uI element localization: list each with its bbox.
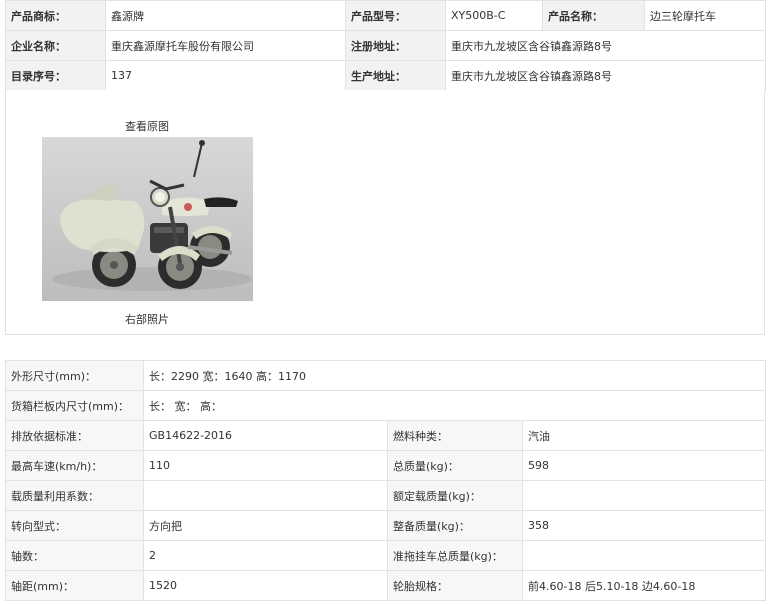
product-name-value: 边三轮摩托车 bbox=[644, 0, 766, 31]
fuel-type-value: 汽油 bbox=[522, 420, 766, 451]
max-speed-label: 最高车速(km/h)： bbox=[5, 450, 144, 481]
tire-spec-value: 前4.60-18 后5.10-18 边4.60-18 bbox=[522, 570, 766, 601]
curb-weight-value: 358 bbox=[522, 510, 766, 541]
emission-standard-label: 排放依据标准： bbox=[5, 420, 144, 451]
rated-load-value bbox=[522, 480, 766, 511]
dimensions-label: 外形尺寸(mm)： bbox=[5, 360, 144, 391]
catalog-number-label: 目录序号： bbox=[5, 60, 106, 91]
registered-address-value: 重庆市九龙坡区含谷镇鑫源路8号 bbox=[445, 30, 766, 61]
axle-count-value: 2 bbox=[143, 540, 388, 571]
total-mass-value: 598 bbox=[522, 450, 766, 481]
view-original-link[interactable]: 查看原图 bbox=[125, 118, 169, 134]
spec-row-load: 载质量利用系数： 额定载质量(kg)： bbox=[5, 480, 766, 511]
curb-weight-label: 整备质量(kg)： bbox=[387, 510, 523, 541]
spec-row-dimensions: 外形尺寸(mm)： 长：2290 宽：1640 高：1170 bbox=[5, 360, 766, 391]
spec-row-wheelbase: 轴距(mm)： 1520 轮胎规格： 前4.60-18 后5.10-18 边4.… bbox=[5, 570, 766, 601]
emission-standard-value: GB14622-2016 bbox=[143, 420, 388, 451]
cargo-box-value: 长： 宽： 高： bbox=[143, 390, 766, 421]
load-factor-value bbox=[143, 480, 388, 511]
product-name-label: 产品名称： bbox=[542, 0, 645, 31]
spec-row-axles: 轴数： 2 准拖挂车总质量(kg)： bbox=[5, 540, 766, 571]
rated-load-label: 额定载质量(kg)： bbox=[387, 480, 523, 511]
registered-address-label: 注册地址： bbox=[345, 30, 446, 61]
motorcycle-photo[interactable] bbox=[42, 137, 253, 301]
dimensions-value: 长：2290 宽：1640 高：1170 bbox=[143, 360, 766, 391]
spec-row-steering: 转向型式： 方向把 整备质量(kg)： 358 bbox=[5, 510, 766, 541]
spec-row-emission: 排放依据标准： GB14622-2016 燃料种类： 汽油 bbox=[5, 420, 766, 451]
spec-table: 外形尺寸(mm)： 长：2290 宽：1640 高：1170 货箱栏板内尺寸(m… bbox=[5, 360, 766, 601]
wheelbase-value: 1520 bbox=[143, 570, 388, 601]
steering-type-value: 方向把 bbox=[143, 510, 388, 541]
model-label: 产品型号： bbox=[345, 0, 446, 31]
trailer-mass-value bbox=[522, 540, 766, 571]
basic-row-1: 产品商标： 鑫源牌 产品型号： XY500B-C 产品名称： 边三轮摩托车 bbox=[5, 0, 766, 31]
cargo-box-label: 货箱栏板内尺寸(mm)： bbox=[5, 390, 144, 421]
production-address-value: 重庆市九龙坡区含谷镇鑫源路8号 bbox=[445, 60, 766, 91]
tire-spec-label: 轮胎规格： bbox=[387, 570, 523, 601]
basic-row-2: 企业名称： 重庆鑫源摩托车股份有限公司 注册地址： 重庆市九龙坡区含谷镇鑫源路8… bbox=[5, 30, 766, 61]
photo-panel: 查看原图 右部照片 bbox=[5, 90, 765, 335]
wheelbase-label: 轴距(mm)： bbox=[5, 570, 144, 601]
total-mass-label: 总质量(kg)： bbox=[387, 450, 523, 481]
load-factor-label: 载质量利用系数： bbox=[5, 480, 144, 511]
steering-type-label: 转向型式： bbox=[5, 510, 144, 541]
max-speed-value: 110 bbox=[143, 450, 388, 481]
trailer-mass-label: 准拖挂车总质量(kg)： bbox=[387, 540, 523, 571]
brand-label: 产品商标： bbox=[5, 0, 106, 31]
model-value: XY500B-C bbox=[445, 0, 543, 31]
brand-value: 鑫源牌 bbox=[105, 0, 346, 31]
sidecar-motorcycle-illustration bbox=[52, 140, 252, 291]
fuel-type-label: 燃料种类： bbox=[387, 420, 523, 451]
axle-count-label: 轴数： bbox=[5, 540, 144, 571]
production-address-label: 生产地址： bbox=[345, 60, 446, 91]
catalog-number-value: 137 bbox=[105, 60, 346, 91]
basic-row-3: 目录序号： 137 生产地址： 重庆市九龙坡区含谷镇鑫源路8号 bbox=[5, 60, 766, 91]
spec-row-cargo-box: 货箱栏板内尺寸(mm)： 长： 宽： 高： bbox=[5, 390, 766, 421]
company-label: 企业名称： bbox=[5, 30, 106, 61]
spec-row-speed: 最高车速(km/h)： 110 总质量(kg)： 598 bbox=[5, 450, 766, 481]
basic-info-table: 产品商标： 鑫源牌 产品型号： XY500B-C 产品名称： 边三轮摩托车 企业… bbox=[5, 0, 766, 91]
photo-caption: 右部照片 bbox=[125, 313, 169, 326]
company-value: 重庆鑫源摩托车股份有限公司 bbox=[105, 30, 346, 61]
